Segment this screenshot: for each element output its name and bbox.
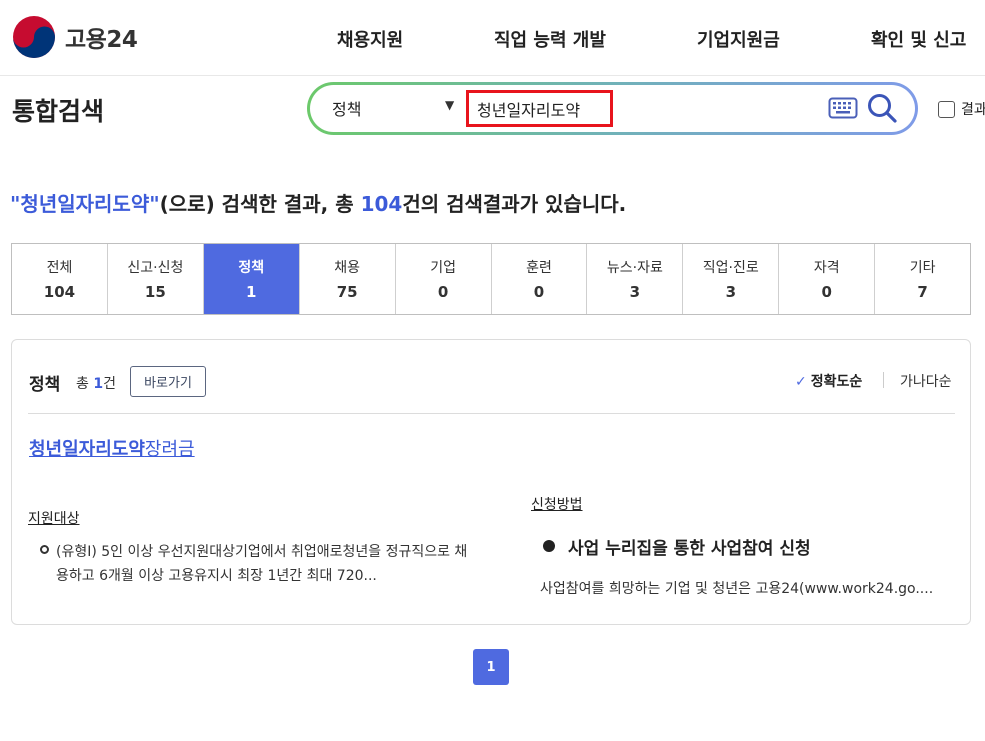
- summary-end: 건의 검색결과가 있습니다.: [402, 192, 627, 216]
- tab-count: 7: [917, 283, 928, 301]
- tab-career[interactable]: 직업·진로 3: [683, 244, 780, 314]
- tab-label: 기타: [909, 260, 936, 276]
- policy-result-card: 정책 총 1건 바로가기 ✓ 정확도순 가나다순 청년일자리도약장려금 지원대상 …: [11, 339, 971, 625]
- tab-label: 정책: [238, 260, 265, 276]
- search-box: 정책 ▼: [307, 82, 918, 135]
- method-label: 신청방법: [531, 497, 583, 513]
- target-label: 지원대상: [28, 511, 80, 527]
- search-summary: "청년일자리도약"(으로) 검색한 결과, 총 104건의 검색결과가 있습니다…: [10, 188, 626, 217]
- check-icon: ✓: [795, 374, 807, 390]
- section-title: 정책: [29, 375, 61, 395]
- goto-button[interactable]: 바로가기: [130, 366, 206, 397]
- nav-item-verify-report[interactable]: 확인 및 신고: [871, 26, 966, 52]
- tab-label: 기업: [430, 260, 456, 276]
- category-select[interactable]: 정책: [332, 95, 462, 121]
- tab-count: 1: [246, 283, 257, 301]
- keyboard-icon[interactable]: [828, 97, 858, 119]
- method-title: 사업 누리집을 통한 사업참여 신청: [568, 539, 811, 559]
- sort-divider: [883, 372, 884, 388]
- nav-item-subsidy[interactable]: 기업지원금: [697, 26, 780, 52]
- tab-count: 104: [43, 283, 76, 301]
- tab-count: 3: [629, 283, 641, 301]
- dot-bullet-icon: [543, 540, 555, 552]
- tab-all[interactable]: 전체 104: [12, 244, 108, 314]
- summary-count: 104: [360, 192, 403, 216]
- tab-label: 뉴스·자료: [606, 260, 663, 276]
- search-in-results: 결과: [938, 99, 985, 119]
- tab-label: 신고·신청: [127, 260, 184, 276]
- tab-count: 0: [533, 283, 545, 301]
- tab-count: 15: [144, 283, 166, 301]
- tab-count: 3: [725, 283, 737, 301]
- tab-certification[interactable]: 자격 0: [779, 244, 876, 314]
- search-input[interactable]: [469, 93, 610, 124]
- tab-news[interactable]: 뉴스·자료 3: [587, 244, 684, 314]
- sort-alphabetical[interactable]: 가나다순: [900, 371, 952, 391]
- policy-title-rest: 장려금: [144, 439, 195, 460]
- tab-label: 전체: [46, 260, 73, 276]
- tab-label: 채용: [334, 260, 361, 276]
- tab-etc[interactable]: 기타 7: [875, 244, 970, 314]
- header: 고용24 채용지원 직업 능력 개발 기업지원금 확인 및 신고: [0, 0, 985, 76]
- tab-label: 훈련: [526, 260, 552, 276]
- circle-bullet-icon: [40, 545, 49, 554]
- summary-mid: (으로) 검색한 결과, 총: [159, 192, 361, 216]
- search-inner: 정책 ▼: [310, 85, 915, 132]
- page-title: 통합검색: [12, 97, 105, 126]
- logo[interactable]: 고용24: [12, 15, 138, 59]
- tab-policy[interactable]: 정책 1: [203, 244, 300, 314]
- sort-accuracy-label: 정확도순: [810, 374, 863, 390]
- search-icon[interactable]: [866, 92, 898, 124]
- category-select-value: 정책: [332, 100, 362, 119]
- sort-accuracy[interactable]: ✓ 정확도순: [795, 371, 862, 391]
- tab-report-apply[interactable]: 신고·신청 15: [108, 244, 204, 314]
- nav-item-skill-development[interactable]: 직업 능력 개발: [494, 26, 606, 52]
- logo-text: 고용24: [65, 27, 138, 53]
- taegeuk-logo-icon: [13, 16, 55, 58]
- card-divider: [28, 413, 955, 414]
- summary-keyword: "청년일자리도약": [10, 192, 160, 216]
- tab-count: 0: [821, 283, 832, 301]
- policy-title-link[interactable]: 청년일자리도약장려금: [29, 435, 195, 461]
- total-count: 1: [93, 376, 104, 392]
- category-tabs: 전체 104 신고·신청 15 정책 1 채용 75 기업 0 훈련 0 뉴스·자료 3 직업…: [11, 243, 971, 315]
- search-input-highlight: [466, 90, 613, 127]
- policy-title-highlight: 청년일자리도약: [29, 439, 145, 460]
- target-text: (유형I) 5인 이상 우선지원대상기업에서 취업애로청년을 정규직으로 채용하…: [56, 544, 468, 584]
- search-in-results-label: 결과: [961, 102, 985, 118]
- pagination-page-1[interactable]: 1: [473, 649, 509, 685]
- tab-jobs[interactable]: 채용 75: [300, 244, 396, 314]
- total-suffix: 건: [103, 376, 116, 392]
- tab-training[interactable]: 훈련 0: [492, 244, 588, 314]
- search-in-results-checkbox[interactable]: [938, 100, 955, 118]
- tab-count: 0: [437, 283, 449, 301]
- caret-down-icon[interactable]: ▼: [445, 98, 454, 112]
- tab-label: 직업·진로: [702, 260, 759, 276]
- nav-item-job-support[interactable]: 채용지원: [337, 26, 403, 52]
- section-total: 총 1건: [76, 373, 116, 393]
- method-description: 사업참여를 희망하는 기업 및 청년은 고용24(www.work24.go..…: [540, 581, 934, 597]
- tab-company[interactable]: 기업 0: [396, 244, 492, 314]
- total-prefix: 총: [76, 376, 94, 392]
- tab-count: 75: [336, 283, 358, 301]
- tab-label: 자격: [813, 260, 840, 276]
